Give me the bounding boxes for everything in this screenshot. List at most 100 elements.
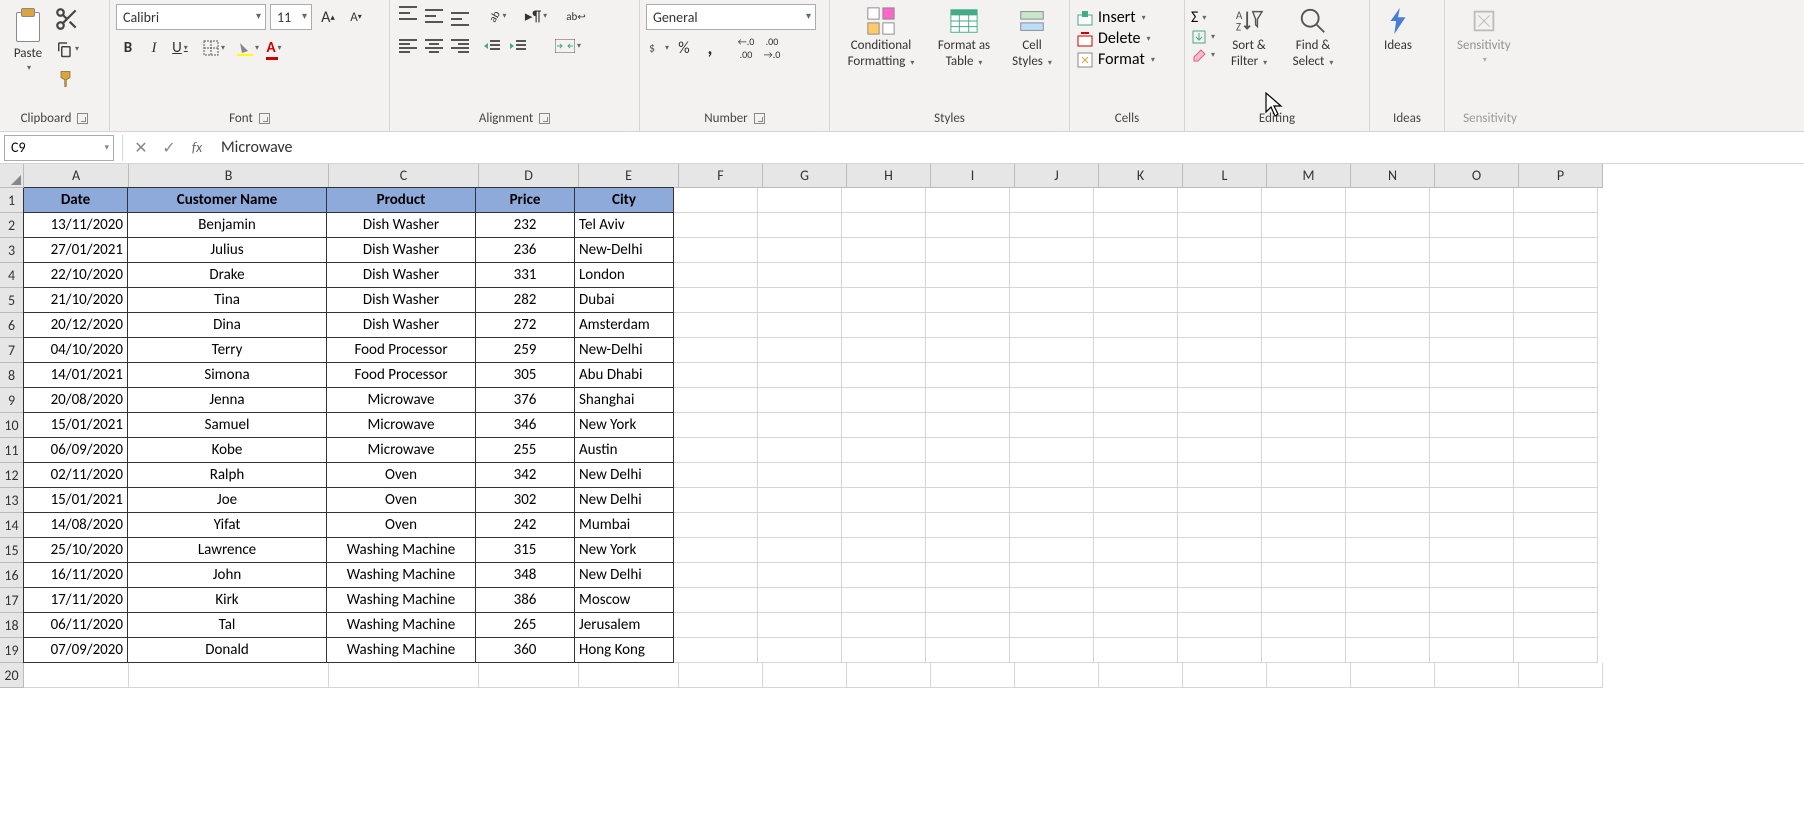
cell-K1[interactable]	[1094, 188, 1178, 213]
cell-N15[interactable]	[1346, 538, 1430, 563]
cell-E12[interactable]: New Delhi	[574, 462, 674, 488]
cell-B1[interactable]: Customer Name	[127, 187, 327, 213]
align-bottom-button[interactable]	[448, 4, 472, 28]
cell-K13[interactable]	[1094, 488, 1178, 513]
cell-L18[interactable]	[1178, 613, 1262, 638]
cell-D12[interactable]: 342	[475, 462, 575, 488]
cell-B11[interactable]: Kobe	[127, 437, 327, 463]
cell-D16[interactable]: 348	[475, 562, 575, 588]
cell-L4[interactable]	[1178, 263, 1262, 288]
cell-D9[interactable]: 376	[475, 387, 575, 413]
cell-D13[interactable]: 302	[475, 487, 575, 513]
fx-icon[interactable]: fx	[183, 139, 211, 156]
row-header-20[interactable]: 20	[0, 663, 24, 688]
cell-F16[interactable]	[674, 563, 758, 588]
cell-O14[interactable]	[1430, 513, 1514, 538]
cell-B14[interactable]: Yifat	[127, 512, 327, 538]
cell-I7[interactable]	[926, 338, 1010, 363]
cell-K18[interactable]	[1094, 613, 1178, 638]
text-direction-button[interactable]: ▸¶▾	[524, 4, 548, 28]
cell-D6[interactable]: 272	[475, 312, 575, 338]
row-header-10[interactable]: 10	[0, 413, 24, 438]
column-header-L[interactable]: L	[1183, 164, 1267, 188]
cell-G16[interactable]	[758, 563, 842, 588]
ideas-button[interactable]: Ideas	[1376, 4, 1420, 55]
cell-L1[interactable]	[1178, 188, 1262, 213]
cell-J9[interactable]	[1010, 388, 1094, 413]
cell-M17[interactable]	[1262, 588, 1346, 613]
cell-P18[interactable]	[1514, 613, 1598, 638]
cell-O18[interactable]	[1430, 613, 1514, 638]
cell-L9[interactable]	[1178, 388, 1262, 413]
cell-J12[interactable]	[1010, 463, 1094, 488]
cell-F20[interactable]	[679, 663, 763, 688]
cell-I5[interactable]	[926, 288, 1010, 313]
cell-I12[interactable]	[926, 463, 1010, 488]
cell-D8[interactable]: 305	[475, 362, 575, 388]
cell-G5[interactable]	[758, 288, 842, 313]
paste-button[interactable]: Paste ▾	[6, 4, 50, 75]
cell-E5[interactable]: Dubai	[574, 287, 674, 313]
font-dialog-launcher[interactable]	[259, 113, 270, 124]
cell-G3[interactable]	[758, 238, 842, 263]
cell-H12[interactable]	[842, 463, 926, 488]
cell-E19[interactable]: Hong Kong	[574, 637, 674, 663]
row-header-1[interactable]: 1	[0, 188, 24, 213]
align-right-button[interactable]	[448, 34, 472, 58]
cell-F4[interactable]	[674, 263, 758, 288]
row-header-13[interactable]: 13	[0, 488, 24, 513]
increase-font-button[interactable]: A▴	[316, 5, 340, 29]
cell-K17[interactable]	[1094, 588, 1178, 613]
cancel-formula-button[interactable]: ✕	[127, 135, 155, 161]
cell-E16[interactable]: New Delhi	[574, 562, 674, 588]
cell-O6[interactable]	[1430, 313, 1514, 338]
cell-D7[interactable]: 259	[475, 337, 575, 363]
cell-H13[interactable]	[842, 488, 926, 513]
align-middle-button[interactable]	[422, 4, 446, 28]
row-header-5[interactable]: 5	[0, 288, 24, 313]
cell-O11[interactable]	[1430, 438, 1514, 463]
cell-G9[interactable]	[758, 388, 842, 413]
cell-A3[interactable]: 27/01/2021	[23, 237, 128, 263]
cell-P12[interactable]	[1514, 463, 1598, 488]
cell-B4[interactable]: Drake	[127, 262, 327, 288]
cell-C19[interactable]: Washing Machine	[326, 637, 476, 663]
cell-A4[interactable]: 22/10/2020	[23, 262, 128, 288]
cell-N17[interactable]	[1346, 588, 1430, 613]
cell-G12[interactable]	[758, 463, 842, 488]
cell-O7[interactable]	[1430, 338, 1514, 363]
cell-M9[interactable]	[1262, 388, 1346, 413]
cell-F3[interactable]	[674, 238, 758, 263]
row-header-4[interactable]: 4	[0, 263, 24, 288]
underline-button[interactable]: U▾	[168, 36, 192, 60]
cell-A20[interactable]	[24, 663, 129, 688]
cell-G15[interactable]	[758, 538, 842, 563]
cell-P13[interactable]	[1514, 488, 1598, 513]
cell-B2[interactable]: Benjamin	[127, 212, 327, 238]
cell-E4[interactable]: London	[574, 262, 674, 288]
cell-H2[interactable]	[842, 213, 926, 238]
row-header-19[interactable]: 19	[0, 638, 24, 663]
decrease-decimal-button[interactable]: .00→.0	[760, 36, 784, 60]
cell-E9[interactable]: Shanghai	[574, 387, 674, 413]
cell-M18[interactable]	[1262, 613, 1346, 638]
cell-H4[interactable]	[842, 263, 926, 288]
increase-indent-button[interactable]	[506, 34, 530, 58]
cell-K20[interactable]	[1099, 663, 1183, 688]
cell-B16[interactable]: John	[127, 562, 327, 588]
autosum-button[interactable]: Σ▾	[1191, 8, 1215, 27]
cell-M14[interactable]	[1262, 513, 1346, 538]
cell-E6[interactable]: Amsterdam	[574, 312, 674, 338]
cell-E10[interactable]: New York	[574, 412, 674, 438]
cell-L8[interactable]	[1178, 363, 1262, 388]
borders-button[interactable]: ▾	[202, 36, 226, 60]
column-header-N[interactable]: N	[1351, 164, 1435, 188]
cell-J7[interactable]	[1010, 338, 1094, 363]
cell-N13[interactable]	[1346, 488, 1430, 513]
cell-B12[interactable]: Ralph	[127, 462, 327, 488]
cell-E11[interactable]: Austin	[574, 437, 674, 463]
cell-O15[interactable]	[1430, 538, 1514, 563]
column-header-E[interactable]: E	[579, 164, 679, 188]
cell-M5[interactable]	[1262, 288, 1346, 313]
column-header-F[interactable]: F	[679, 164, 763, 188]
